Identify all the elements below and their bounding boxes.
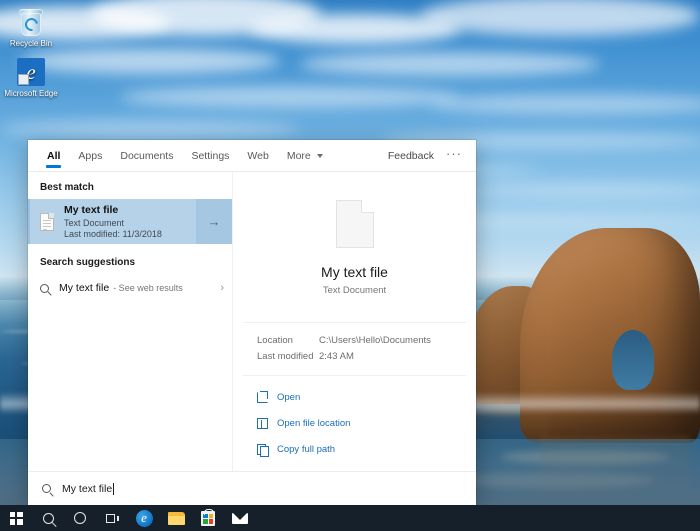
metadata-key: Last modified xyxy=(257,349,319,365)
taskbar-search-button[interactable] xyxy=(32,505,64,531)
search-suggestions-header: Search suggestions xyxy=(28,244,232,274)
search-icon xyxy=(43,513,54,524)
preview-file-type: Text Document xyxy=(233,285,476,296)
search-input-bar[interactable]: My text file xyxy=(28,471,476,505)
file-actions-list: Open Open file location Copy full path xyxy=(243,376,466,466)
action-label: Open xyxy=(277,392,300,403)
metadata-key: Location xyxy=(257,333,319,349)
search-tab-bar: All Apps Documents Settings Web More Fee… xyxy=(28,140,476,172)
store-icon xyxy=(201,511,215,526)
suggestion-note: - See web results xyxy=(113,283,183,293)
chevron-right-icon: › xyxy=(220,282,224,294)
best-match-header: Best match xyxy=(28,179,232,199)
tab-label: More xyxy=(287,150,311,162)
cortana-circle-icon xyxy=(74,512,86,524)
start-button[interactable] xyxy=(0,505,32,531)
best-match-modified: Last modified: 11/3/2018 xyxy=(64,229,196,239)
task-view-icon xyxy=(106,513,119,524)
best-match-title: My text file xyxy=(64,204,196,216)
search-suggestion-item[interactable]: My text file - See web results › xyxy=(28,274,232,302)
file-metadata-list: Location C:\Users\Hello\Documents Last m… xyxy=(243,322,466,376)
metadata-row-last-modified: Last modified 2:43 AM xyxy=(257,349,466,365)
best-match-expand-arrow-button[interactable]: → xyxy=(196,199,232,244)
more-options-icon[interactable]: ··· xyxy=(442,146,468,165)
chevron-down-icon xyxy=(317,154,323,158)
action-label: Open file location xyxy=(277,418,350,429)
search-icon xyxy=(42,484,51,493)
tab-label: All xyxy=(47,150,60,162)
action-copy-full-path[interactable]: Copy full path xyxy=(257,440,466,459)
large-text-document-icon xyxy=(336,200,374,248)
action-open[interactable]: Open xyxy=(257,388,466,407)
desktop-icon-label: Recycle Bin xyxy=(10,39,52,48)
tab-apps[interactable]: Apps xyxy=(69,140,111,172)
preview-file-title: My text file xyxy=(233,264,476,280)
taskbar-file-explorer-button[interactable] xyxy=(160,505,192,531)
edge-icon: e xyxy=(17,58,45,86)
metadata-row-location: Location C:\Users\Hello\Documents xyxy=(257,333,466,349)
tab-label: Settings xyxy=(191,150,229,162)
text-cursor xyxy=(113,483,114,495)
folder-icon xyxy=(168,512,185,525)
cortana-button[interactable] xyxy=(64,505,96,531)
file-preview-panel: My text file Text Document Location C:\U… xyxy=(233,172,476,471)
text-document-icon xyxy=(40,213,54,231)
task-view-button[interactable] xyxy=(96,505,128,531)
suggestion-query: My text file xyxy=(59,282,109,294)
desktop-icon-recycle-bin[interactable]: Recycle Bin xyxy=(3,8,59,49)
folder-icon xyxy=(257,418,268,429)
edge-icon: e xyxy=(136,510,153,527)
best-match-result-row[interactable]: My text file Text Document Last modified… xyxy=(28,199,232,244)
search-results-column: Best match My text file Text Document La… xyxy=(28,172,233,471)
best-match-type: Text Document xyxy=(64,218,196,228)
tab-more[interactable]: More xyxy=(278,140,332,172)
tab-label: Web xyxy=(247,150,268,162)
metadata-value: C:\Users\Hello\Documents xyxy=(319,333,431,349)
tab-label: Apps xyxy=(78,150,102,162)
taskbar-microsoft-store-button[interactable] xyxy=(192,505,224,531)
tab-all[interactable]: All xyxy=(38,140,69,172)
taskbar-edge-button[interactable]: e xyxy=(128,505,160,531)
recycle-bin-icon xyxy=(18,8,44,36)
search-icon xyxy=(40,284,49,293)
preview-header: My text file Text Document xyxy=(233,172,476,316)
desktop-icon-microsoft-edge[interactable]: e Microsoft Edge xyxy=(3,58,59,99)
action-label: Copy full path xyxy=(277,444,335,455)
tab-web[interactable]: Web xyxy=(238,140,277,172)
search-input[interactable]: My text file xyxy=(62,483,112,495)
copy-icon xyxy=(257,444,268,455)
rock-arch-opening xyxy=(612,330,654,390)
open-external-icon xyxy=(257,392,268,403)
metadata-value: 2:43 AM xyxy=(319,349,354,365)
windows-search-panel: All Apps Documents Settings Web More Fee… xyxy=(28,140,476,505)
windows-logo-icon xyxy=(10,512,23,525)
tab-label: Documents xyxy=(120,150,173,162)
search-panel-body: Best match My text file Text Document La… xyxy=(28,172,476,471)
action-open-file-location[interactable]: Open file location xyxy=(257,414,466,433)
taskbar: e xyxy=(0,505,700,531)
tab-settings[interactable]: Settings xyxy=(182,140,238,172)
taskbar-mail-button[interactable] xyxy=(224,505,256,531)
mail-icon xyxy=(232,513,248,524)
tab-documents[interactable]: Documents xyxy=(111,140,182,172)
feedback-button[interactable]: Feedback xyxy=(380,150,442,162)
desktop-icon-label: Microsoft Edge xyxy=(4,89,57,98)
